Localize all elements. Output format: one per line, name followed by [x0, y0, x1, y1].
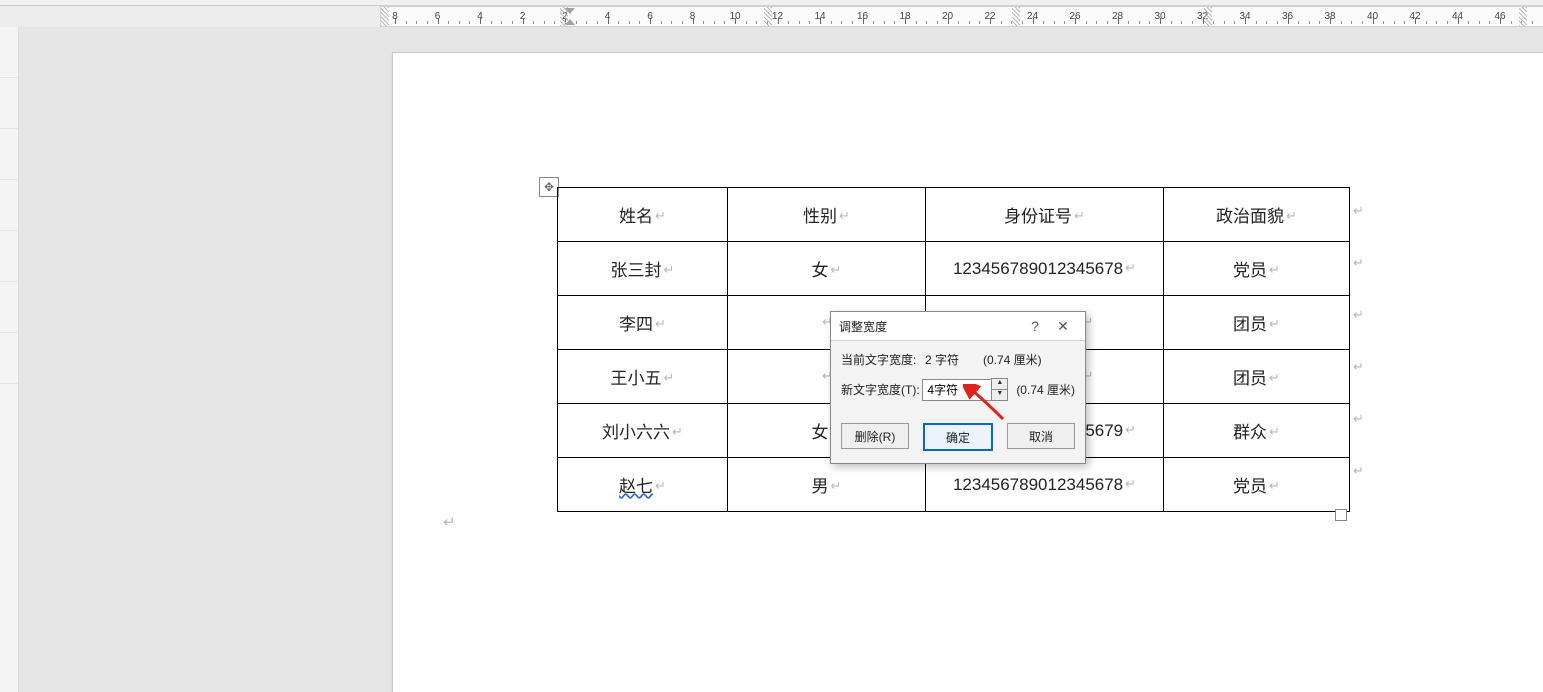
- column-marker[interactable]: [381, 7, 389, 26]
- ruler-label: 44: [1447, 7, 1469, 27]
- table-cell[interactable]: 党员↵: [1164, 242, 1350, 296]
- ruler-label: 24: [1022, 7, 1044, 27]
- table-row: 赵七↵男↵123456789012345678↵党员↵: [558, 458, 1350, 512]
- table-cell[interactable]: 赵七↵: [558, 458, 728, 512]
- table-cell[interactable]: 王小五↵: [558, 350, 728, 404]
- table-cell[interactable]: 女↵: [728, 242, 926, 296]
- table-cell[interactable]: 123456789012345678↵: [926, 458, 1164, 512]
- ruler-label: 30: [1149, 7, 1171, 27]
- workspace: ✥ 姓名↵性别↵身份证号↵政治面貌↵张三封↵女↵1234567890123456…: [18, 27, 1543, 692]
- column-marker[interactable]: [1204, 7, 1212, 26]
- ok-button[interactable]: 确定: [923, 423, 993, 451]
- table-cell[interactable]: 群众↵: [1164, 404, 1350, 458]
- row-end-mark: ↵: [1353, 463, 1364, 479]
- row-end-mark: ↵: [1353, 359, 1364, 375]
- dialog-title: 调整宽度: [839, 318, 1021, 335]
- table-cell[interactable]: 刘小六六↵: [558, 404, 728, 458]
- table-cell[interactable]: 123456789012345678↵: [926, 242, 1164, 296]
- table-cell[interactable]: 党员↵: [1164, 458, 1350, 512]
- ruler-label: 38: [1319, 7, 1341, 27]
- current-width-cm: (0.74 厘米): [983, 351, 1042, 368]
- column-marker[interactable]: [1012, 7, 1020, 26]
- table-cell[interactable]: 团员↵: [1164, 296, 1350, 350]
- ruler-label: 6: [639, 7, 661, 27]
- adjust-width-dialog[interactable]: 调整宽度 ? ✕ 当前文字宽度: 2 字符 (0.74 厘米) 新文字宽度(T)…: [830, 311, 1086, 464]
- table-row: 张三封↵女↵123456789012345678↵党员↵: [558, 242, 1350, 296]
- indent-marker[interactable]: [565, 8, 575, 14]
- ruler-label: 18: [894, 7, 916, 27]
- indent-marker-bottom[interactable]: [565, 19, 575, 25]
- ruler-label: 2: [512, 7, 534, 27]
- dialog-titlebar[interactable]: 调整宽度 ? ✕: [831, 312, 1085, 341]
- ruler-label: 16: [852, 7, 874, 27]
- table-cell[interactable]: 李四↵: [558, 296, 728, 350]
- paragraph-mark: ↵: [443, 513, 456, 531]
- ruler-label: 4: [469, 7, 491, 27]
- ruler-label: 4: [597, 7, 619, 27]
- table-cell[interactable]: 身份证号↵: [926, 188, 1164, 242]
- ruler-label: 28: [1107, 7, 1129, 27]
- ruler-label: 10: [724, 7, 746, 27]
- ruler-label: 22: [979, 7, 1001, 27]
- row-end-mark: ↵: [1353, 203, 1364, 219]
- new-width-cm: (0.74 厘米): [1016, 381, 1075, 398]
- new-width-input[interactable]: [922, 379, 992, 401]
- help-icon[interactable]: ?: [1021, 318, 1049, 334]
- horizontal-ruler[interactable]: 8642246810121416182022242628303234363840…: [380, 6, 1543, 27]
- column-marker[interactable]: [764, 7, 772, 26]
- current-width-label: 当前文字宽度:: [841, 351, 925, 368]
- row-end-mark: ↵: [1353, 307, 1364, 323]
- table-cell[interactable]: 姓名↵: [558, 188, 728, 242]
- ruler-label: 46: [1489, 7, 1511, 27]
- width-spinner[interactable]: ▲ ▼: [991, 378, 1008, 401]
- table-move-handle-icon[interactable]: ✥: [539, 177, 559, 197]
- spin-up-icon[interactable]: ▲: [991, 378, 1008, 389]
- ruler-label: 20: [937, 7, 959, 27]
- ruler-label: 42: [1404, 7, 1426, 27]
- table-resize-handle[interactable]: [1335, 509, 1347, 521]
- table-header-row: 姓名↵性别↵身份证号↵政治面貌↵: [558, 188, 1350, 242]
- ruler-label: 8: [682, 7, 704, 27]
- table-cell[interactable]: 政治面貌↵: [1164, 188, 1350, 242]
- left-panel-stub: [0, 27, 19, 692]
- table-cell[interactable]: 团员↵: [1164, 350, 1350, 404]
- ruler-label: 6: [427, 7, 449, 27]
- row-end-mark: ↵: [1353, 255, 1364, 271]
- row-end-mark: ↵: [1353, 411, 1364, 427]
- ruler-label: 36: [1277, 7, 1299, 27]
- ruler-label: 14: [809, 7, 831, 27]
- table-cell[interactable]: 张三封↵: [558, 242, 728, 296]
- cancel-button[interactable]: 取消: [1007, 423, 1075, 449]
- column-marker[interactable]: [1519, 7, 1527, 26]
- current-width-value: 2 字符: [925, 351, 973, 368]
- new-width-label: 新文字宽度(T):: [841, 381, 922, 398]
- ruler-label: 26: [1064, 7, 1086, 27]
- delete-button[interactable]: 删除(R): [841, 423, 909, 449]
- table-cell[interactable]: 男↵: [728, 458, 926, 512]
- close-icon[interactable]: ✕: [1049, 318, 1077, 335]
- spin-down-icon[interactable]: ▼: [991, 389, 1008, 401]
- ruler-label: 34: [1234, 7, 1256, 27]
- ruler-label: 40: [1362, 7, 1384, 27]
- table-cell[interactable]: 性别↵: [728, 188, 926, 242]
- ruler-row: 8642246810121416182022242628303234363840…: [0, 6, 1543, 27]
